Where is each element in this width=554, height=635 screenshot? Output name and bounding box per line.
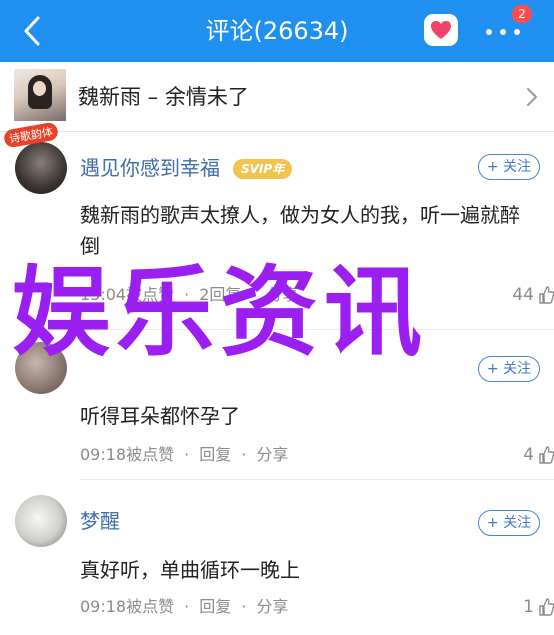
reply-button[interactable]: 回复 <box>199 444 231 466</box>
thumbs-up-icon[interactable] <box>538 445 554 465</box>
username[interactable]: 梦醒 <box>80 507 120 535</box>
heart-message-icon[interactable] <box>424 14 458 46</box>
share-button[interactable]: 分享 <box>256 596 288 618</box>
comment-time: 09:18被点赞 <box>80 445 175 464</box>
chevron-right-icon <box>527 88 537 106</box>
svip-badge: SVIP年 <box>233 159 293 179</box>
song-title: 魏新雨 – 余情未了 <box>78 85 249 109</box>
watermark-text: 娱乐资讯 <box>12 256 429 370</box>
notification-badge: 2 <box>512 5 532 23</box>
username[interactable]: 遇见你感到幸福 <box>80 154 220 182</box>
separator: · <box>241 597 247 616</box>
comment-item: 梦醒 + 关注 真好听，单曲循环一晚上 09:18被点赞 · 回复 · 分享 1 <box>0 480 554 635</box>
comment-meta: 09:18被点赞 · 回复 · 分享 <box>80 596 288 618</box>
follow-button[interactable]: + 关注 <box>478 154 540 180</box>
page-title: 评论(26634) <box>205 17 349 45</box>
top-bar: 评论(26634) 2 <box>0 0 554 62</box>
album-cover <box>14 69 66 121</box>
avatar[interactable] <box>15 495 67 547</box>
separator: · <box>241 445 247 464</box>
thumbs-up-icon[interactable] <box>538 597 554 617</box>
separator: · <box>184 445 190 464</box>
comment-meta: 09:18被点赞 · 回复 · 分享 <box>80 444 288 466</box>
like-count: 1 <box>523 597 534 617</box>
like-count: 4 <box>523 445 534 465</box>
comment-text: 听得耳朵都怀孕了 <box>80 404 240 428</box>
avatar[interactable] <box>15 142 67 194</box>
separator: · <box>184 597 190 616</box>
song-card[interactable]: 魏新雨 – 余情未了 <box>0 62 554 132</box>
follow-button[interactable]: + 关注 <box>478 510 540 536</box>
comment-time: 09:18被点赞 <box>80 597 175 616</box>
reply-button[interactable]: 回复 <box>199 596 231 618</box>
comment-text: 真好听，单曲循环一晚上 <box>80 558 300 582</box>
share-button[interactable]: 分享 <box>256 444 288 466</box>
